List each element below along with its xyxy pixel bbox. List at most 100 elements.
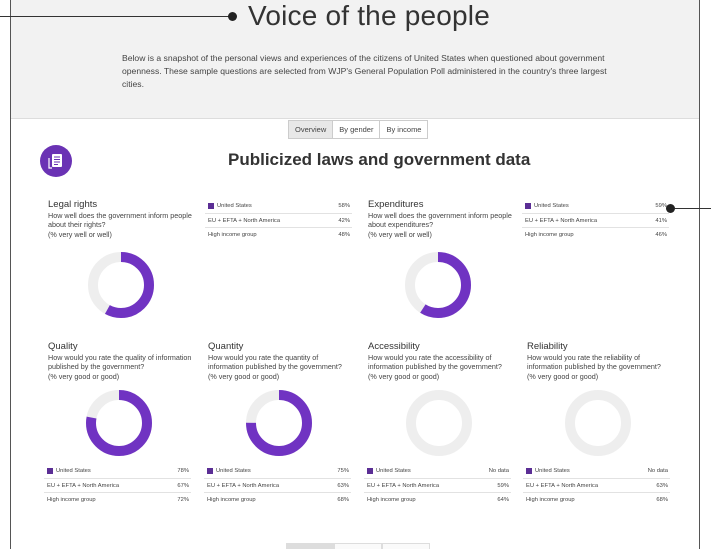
question: How well does the government inform peop… [368, 211, 512, 230]
stats-row: United States 59% [522, 199, 669, 213]
question-text: How would you rate the reliability of in… [527, 353, 672, 381]
question-measure: (% very good or good) [208, 371, 280, 381]
question-text: How would you rate the quality of inform… [48, 353, 193, 381]
row-label: EU + EFTA + North America [47, 482, 120, 489]
question-measure: (% very good or good) [48, 371, 120, 381]
donut-chart [246, 390, 312, 456]
row-value: 59% [497, 482, 509, 489]
legend-swatch [207, 468, 213, 474]
legend-swatch [526, 468, 532, 474]
header-connector-line [0, 16, 232, 17]
row-value: 41% [655, 217, 667, 224]
row-label: High income group [47, 496, 96, 503]
row-value: 58% [338, 203, 350, 209]
row-value: 42% [338, 217, 350, 224]
callout-connector-dot [666, 204, 675, 213]
row-value: 75% [337, 468, 349, 474]
donut-chart [405, 252, 471, 318]
row-label: EU + EFTA + North America [207, 482, 280, 489]
question-title: Expenditures [368, 199, 424, 210]
question-measure: (% very well or well) [48, 229, 112, 239]
stats-table: United States 58% EU + EFTA + North Ameri… [205, 199, 352, 241]
question-measure: (% very good or good) [527, 371, 599, 381]
row-label: EU + EFTA + North America [526, 482, 599, 489]
question: How well does the government inform peop… [48, 211, 192, 230]
stats-table: United States 75% EU + EFTA + North Ameri… [204, 464, 351, 506]
question-text: How well does the government inform peop… [368, 211, 513, 239]
question: How would you rate the quality of inform… [48, 353, 192, 372]
stats-row: EU + EFTA + North America 63% [523, 478, 670, 492]
row-label: United States [216, 468, 251, 474]
question-measure: (% very good or good) [368, 371, 440, 381]
question-text: How would you rate the accessibility of … [368, 353, 513, 381]
question-title: Reliability [527, 341, 568, 352]
row-label: EU + EFTA + North America [525, 217, 598, 224]
callout-connector-line [675, 208, 711, 209]
question: How would you rate the accessibility of … [368, 353, 502, 372]
row-label: High income group [367, 496, 416, 503]
stats-row: United States 75% [204, 464, 351, 478]
header-divider [11, 118, 699, 119]
bottom-tab-by-gender[interactable] [334, 543, 382, 549]
stats-row: EU + EFTA + North America 59% [364, 478, 511, 492]
row-label: High income group [525, 231, 574, 238]
donut-track [565, 390, 631, 456]
stats-row: EU + EFTA + North America 67% [44, 478, 191, 492]
row-label: United States [535, 468, 570, 474]
row-value: 68% [337, 496, 349, 503]
stats-row: High income group 68% [204, 492, 351, 506]
donut-chart [86, 390, 152, 456]
row-value: 72% [177, 496, 189, 503]
row-value: No data [647, 468, 668, 474]
header-connector-dot [228, 12, 237, 21]
question-text: How well does the government inform peop… [48, 211, 193, 239]
row-label: High income group [207, 496, 256, 503]
row-label: EU + EFTA + North America [367, 482, 440, 489]
tab-by-income[interactable]: By income [380, 121, 428, 138]
bottom-view-tabs [286, 543, 430, 549]
view-tabs: Overview By gender By income [288, 120, 429, 139]
row-label: United States [376, 468, 411, 474]
question: How would you rate the reliability of in… [527, 353, 661, 372]
stats-row: High income group 72% [44, 492, 191, 506]
page-title: Voice of the people [248, 0, 490, 31]
tab-by-gender[interactable]: By gender [333, 121, 381, 138]
row-value: 63% [656, 482, 668, 489]
document-icon [40, 145, 72, 177]
intro-text: Below is a snapshot of the personal view… [122, 53, 607, 89]
question-title: Accessibility [368, 341, 420, 352]
stats-table: United States 59% EU + EFTA + North Ameri… [522, 199, 669, 241]
stats-row: United States No data [364, 464, 511, 478]
donut-track [406, 390, 472, 456]
stats-row: High income group 68% [523, 492, 670, 506]
row-value: No data [488, 468, 509, 474]
stats-row: High income group 46% [522, 227, 669, 241]
row-value: 78% [177, 468, 189, 474]
bottom-tab-by-income[interactable] [382, 543, 430, 549]
row-value: 48% [338, 231, 350, 238]
row-value: 68% [656, 496, 668, 503]
stats-row: United States No data [523, 464, 670, 478]
question-text: How would you rate the quantity of infor… [208, 353, 353, 381]
question-title: Quality [48, 341, 78, 352]
question-measure: (% very well or well) [368, 229, 432, 239]
stats-table: United States 78% EU + EFTA + North Ameri… [44, 464, 191, 506]
row-label: United States [534, 203, 569, 209]
row-value: 46% [655, 231, 667, 238]
stats-row: United States 58% [205, 199, 352, 213]
stats-row: High income group 64% [364, 492, 511, 506]
tab-overview[interactable]: Overview [289, 121, 334, 138]
section-title: Publicized laws and government data [228, 150, 531, 169]
donut-chart [565, 390, 631, 456]
legend-swatch [47, 468, 53, 474]
row-value: 64% [497, 496, 509, 503]
stats-row: United States 78% [44, 464, 191, 478]
stats-row: EU + EFTA + North America 42% [205, 213, 352, 227]
legend-swatch [208, 203, 214, 209]
stats-table: United States No data EU + EFTA + North A… [523, 464, 670, 506]
question-title: Quantity [208, 341, 244, 352]
stats-row: EU + EFTA + North America 63% [204, 478, 351, 492]
donut-chart [406, 390, 472, 456]
bottom-tab-overview[interactable] [286, 543, 334, 549]
row-label: United States [56, 468, 91, 474]
